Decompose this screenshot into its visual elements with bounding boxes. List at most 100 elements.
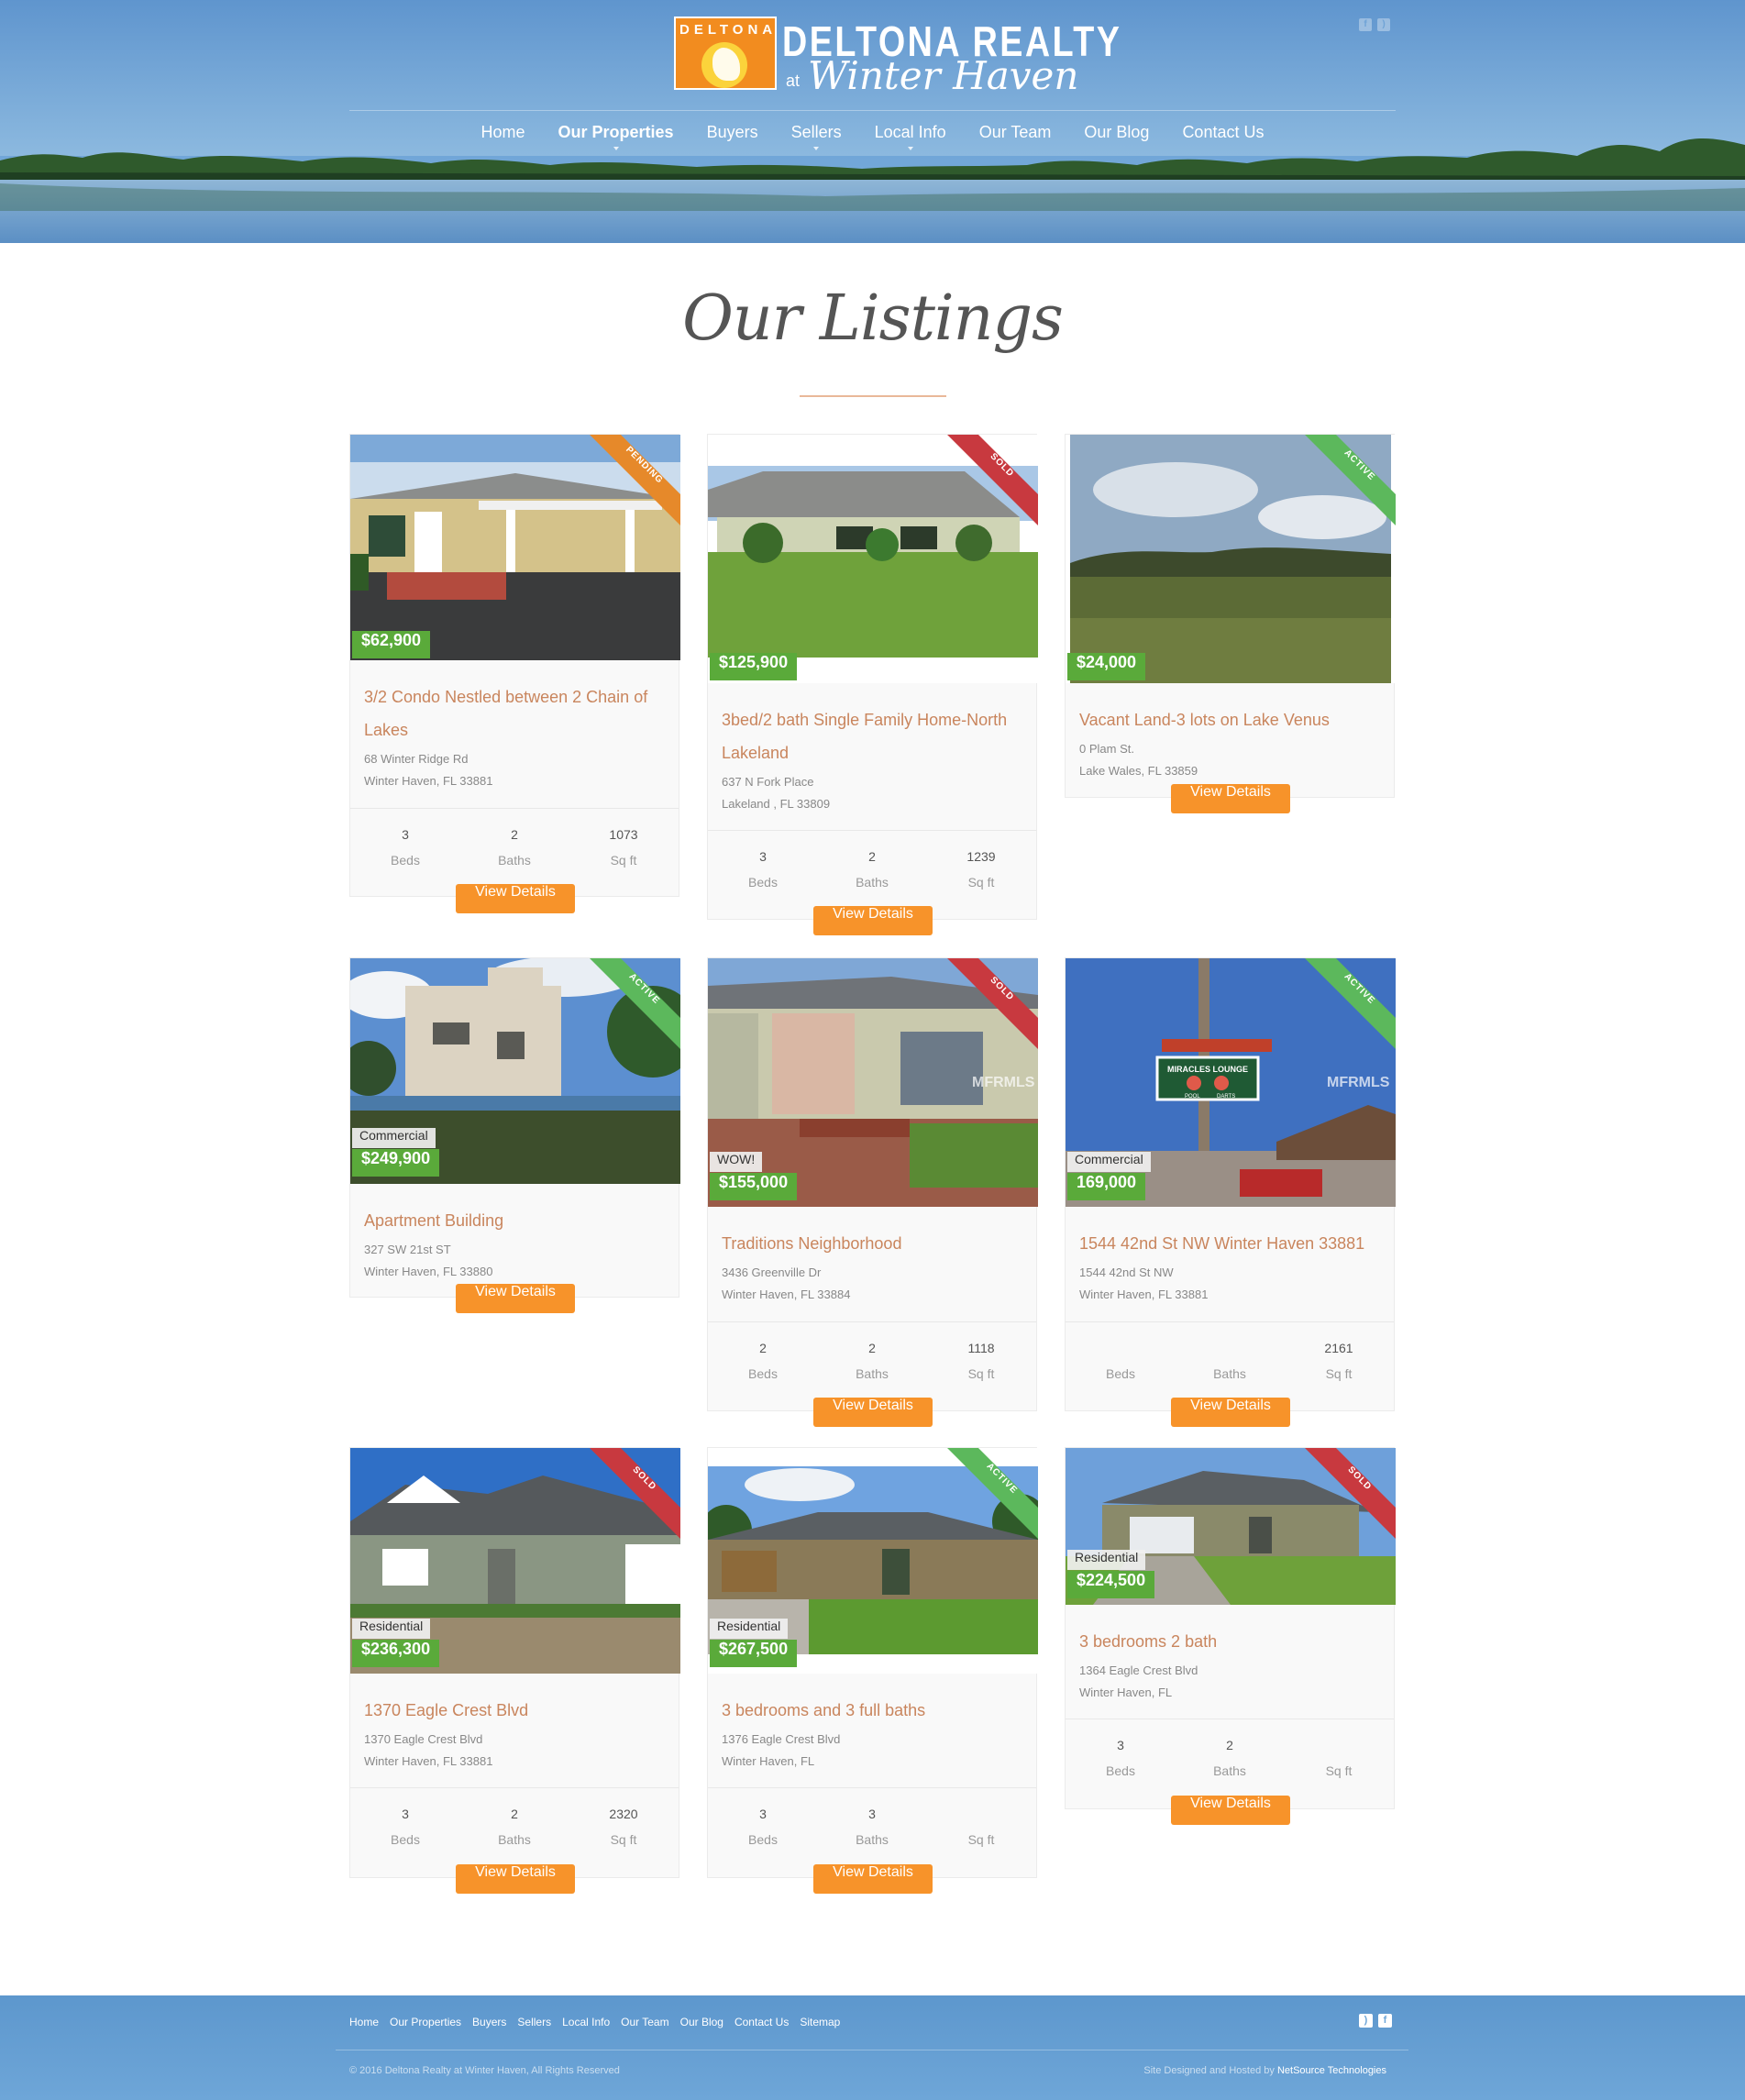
address-line1: 3436 Greenville Dr xyxy=(722,1266,822,1279)
nav-sellers[interactable]: Sellers xyxy=(775,123,858,150)
listing-title-line1: Vacant Land-3 lots on Lake Venus xyxy=(1079,711,1330,729)
stat-beds: 2 Beds xyxy=(708,1335,818,1387)
listing-title[interactable]: 3 bedrooms 2 bath xyxy=(1079,1625,1382,1658)
caret-down-icon xyxy=(613,147,619,150)
listing-title[interactable]: 3bed/2 bath Single Family Home-North Lak… xyxy=(722,703,1024,769)
address-line1: 68 Winter Ridge Rd xyxy=(364,752,469,766)
nav-buyers[interactable]: Buyers xyxy=(690,123,775,142)
sqft-label: Sq ft xyxy=(1325,1763,1353,1778)
footer-link-contact-us[interactable]: Contact Us xyxy=(734,2016,789,2028)
beds-value: 3 xyxy=(1117,1738,1124,1752)
view-details-button[interactable]: View Details xyxy=(813,1864,933,1894)
nav-contact-us[interactable]: Contact Us xyxy=(1165,123,1280,142)
stat-beds: 3 Beds xyxy=(350,822,460,873)
view-details-button[interactable]: View Details xyxy=(813,906,933,935)
listing-photo[interactable]: SOLD $125,900 xyxy=(708,435,1038,683)
footer-link-buyers[interactable]: Buyers xyxy=(472,2016,506,2028)
address-line2: Winter Haven, FL 33880 xyxy=(364,1265,493,1278)
caret-down-icon xyxy=(907,147,913,150)
listing-address: 1370 Eagle Crest Blvd Winter Haven, FL 3… xyxy=(364,1729,667,1773)
listing-card: SOLD Residential $236,300 1370 Eagle Cre… xyxy=(349,1447,680,1894)
footer-link-our-blog[interactable]: Our Blog xyxy=(680,2016,723,2028)
nav-buyers-label: Buyers xyxy=(706,123,758,141)
nav-our-team[interactable]: Our Team xyxy=(963,123,1068,142)
listing-photo[interactable]: SOLD Residential $224,500 xyxy=(1066,1448,1396,1605)
listing-photo[interactable]: SOLD Residential $236,300 xyxy=(350,1448,680,1674)
footer-link-our-team[interactable]: Our Team xyxy=(621,2016,668,2028)
listing-title[interactable]: Vacant Land-3 lots on Lake Venus xyxy=(1079,703,1382,736)
nav-sellers-label: Sellers xyxy=(790,123,842,141)
property-type-tag: Commercial xyxy=(352,1128,436,1148)
listing-title[interactable]: Apartment Building xyxy=(364,1204,667,1237)
footer-link-local-info[interactable]: Local Info xyxy=(562,2016,610,2028)
footer-link-home[interactable]: Home xyxy=(349,2016,379,2028)
listing-title[interactable]: 3 bedrooms and 3 full baths xyxy=(722,1694,1024,1727)
view-details-button[interactable]: View Details xyxy=(456,1864,575,1894)
listing-title[interactable]: 1370 Eagle Crest Blvd xyxy=(364,1694,667,1727)
facebook-icon[interactable]: f xyxy=(1378,2014,1392,2028)
nav-our-blog[interactable]: Our Blog xyxy=(1067,123,1165,142)
page-title: Our Listings xyxy=(682,282,1064,355)
brand-at: at xyxy=(786,72,801,90)
listing-title-line2: Lakes xyxy=(364,721,409,739)
credit-link[interactable]: NetSource Technologies xyxy=(1277,2065,1386,2076)
address-line1: 0 Plam St. xyxy=(1079,742,1134,756)
listing-title[interactable]: 1544 42nd St NW Winter Haven 33881 xyxy=(1079,1227,1382,1260)
price-badge: $62,900 xyxy=(352,631,431,658)
address-line2: Winter Haven, FL xyxy=(722,1754,815,1768)
rss-icon[interactable]: ) xyxy=(1359,2014,1373,2028)
footer-link-sellers[interactable]: Sellers xyxy=(517,2016,551,2028)
facebook-icon[interactable]: f xyxy=(1359,18,1372,31)
beds-value: 3 xyxy=(759,849,767,864)
rss-icon[interactable]: ) xyxy=(1377,18,1390,31)
listing-photo[interactable]: ACTIVE $24,000 xyxy=(1066,435,1396,683)
listing-title[interactable]: Traditions Neighborhood xyxy=(722,1227,1024,1260)
footer-link-our-properties[interactable]: Our Properties xyxy=(390,2016,461,2028)
price-badge: $24,000 xyxy=(1067,653,1146,680)
listing-title-line1: 1370 Eagle Crest Blvd xyxy=(364,1701,529,1719)
baths-label: Baths xyxy=(856,875,889,890)
price-badge: $125,900 xyxy=(710,653,798,680)
listing-card: MFRMLS SOLD WOW! $155,000 Traditions Nei… xyxy=(707,957,1038,1427)
sqft-value: 2320 xyxy=(609,1807,638,1821)
beds-label: Beds xyxy=(391,853,420,868)
nav-local-info[interactable]: Local Info xyxy=(858,123,963,150)
nav-our-properties[interactable]: Our Properties xyxy=(542,123,690,150)
listing-card: ACTIVE Residential $267,500 3 bedrooms a… xyxy=(707,1447,1038,1894)
view-details-button[interactable]: View Details xyxy=(1171,1796,1290,1825)
view-details-button[interactable]: View Details xyxy=(456,884,575,913)
price-badge: $249,900 xyxy=(352,1149,440,1177)
footer-link-sitemap[interactable]: Sitemap xyxy=(800,2016,840,2028)
price-badge: $224,500 xyxy=(1067,1571,1155,1598)
listing-photo[interactable]: MFRMLS SOLD WOW! $155,000 xyxy=(708,958,1038,1207)
beds-label: Beds xyxy=(391,1832,420,1847)
stat-beds: 3 Beds xyxy=(350,1801,460,1852)
baths-value: 2 xyxy=(1226,1738,1233,1752)
site-logo[interactable]: DELTONA DELTONA REALTY at Winter Haven xyxy=(674,17,1120,98)
nav-home[interactable]: Home xyxy=(465,123,542,142)
stat-baths: Baths xyxy=(1175,1335,1285,1387)
view-details-button[interactable]: View Details xyxy=(1171,1398,1290,1427)
view-details-button[interactable]: View Details xyxy=(456,1284,575,1313)
listing-card: SOLD $125,900 3bed/2 bath Single Family … xyxy=(707,434,1038,935)
listing-photo[interactable]: MIRACLES LOUNGE POOL DARTS MFRMLS ACTIVE… xyxy=(1066,958,1396,1207)
nav-our-team-label: Our Team xyxy=(978,123,1052,141)
property-type-tag: Residential xyxy=(1067,1550,1146,1570)
header-social: f ) xyxy=(1359,18,1390,31)
listing-card: SOLD Residential $224,500 3 bedrooms 2 b… xyxy=(1065,1447,1396,1825)
site-footer: Home Our Properties Buyers Sellers Local… xyxy=(0,1995,1745,2100)
listing-photo[interactable]: ACTIVE Residential $267,500 xyxy=(708,1448,1038,1674)
stat-sqft: Sq ft xyxy=(926,1801,1036,1852)
stat-sqft: 1073 Sq ft xyxy=(569,822,679,873)
view-details-button[interactable]: View Details xyxy=(1171,784,1290,813)
listing-title-line2: Lakeland xyxy=(722,744,790,762)
listing-photo[interactable]: ACTIVE Commercial $249,900 xyxy=(350,958,680,1184)
listing-address: 1376 Eagle Crest Blvd Winter Haven, FL xyxy=(722,1729,1024,1773)
address-line2: Winter Haven, FL 33881 xyxy=(364,774,493,788)
listing-photo[interactable]: PENDING $62,900 xyxy=(350,435,680,660)
logo-badge-text: DELTONA xyxy=(679,22,778,38)
listing-title-line1: 3 bedrooms 2 bath xyxy=(1079,1632,1218,1651)
view-details-button[interactable]: View Details xyxy=(813,1398,933,1427)
logo-badge: DELTONA xyxy=(674,17,777,90)
listing-title[interactable]: 3/2 Condo Nestled between 2 Chain of Lak… xyxy=(364,680,667,746)
